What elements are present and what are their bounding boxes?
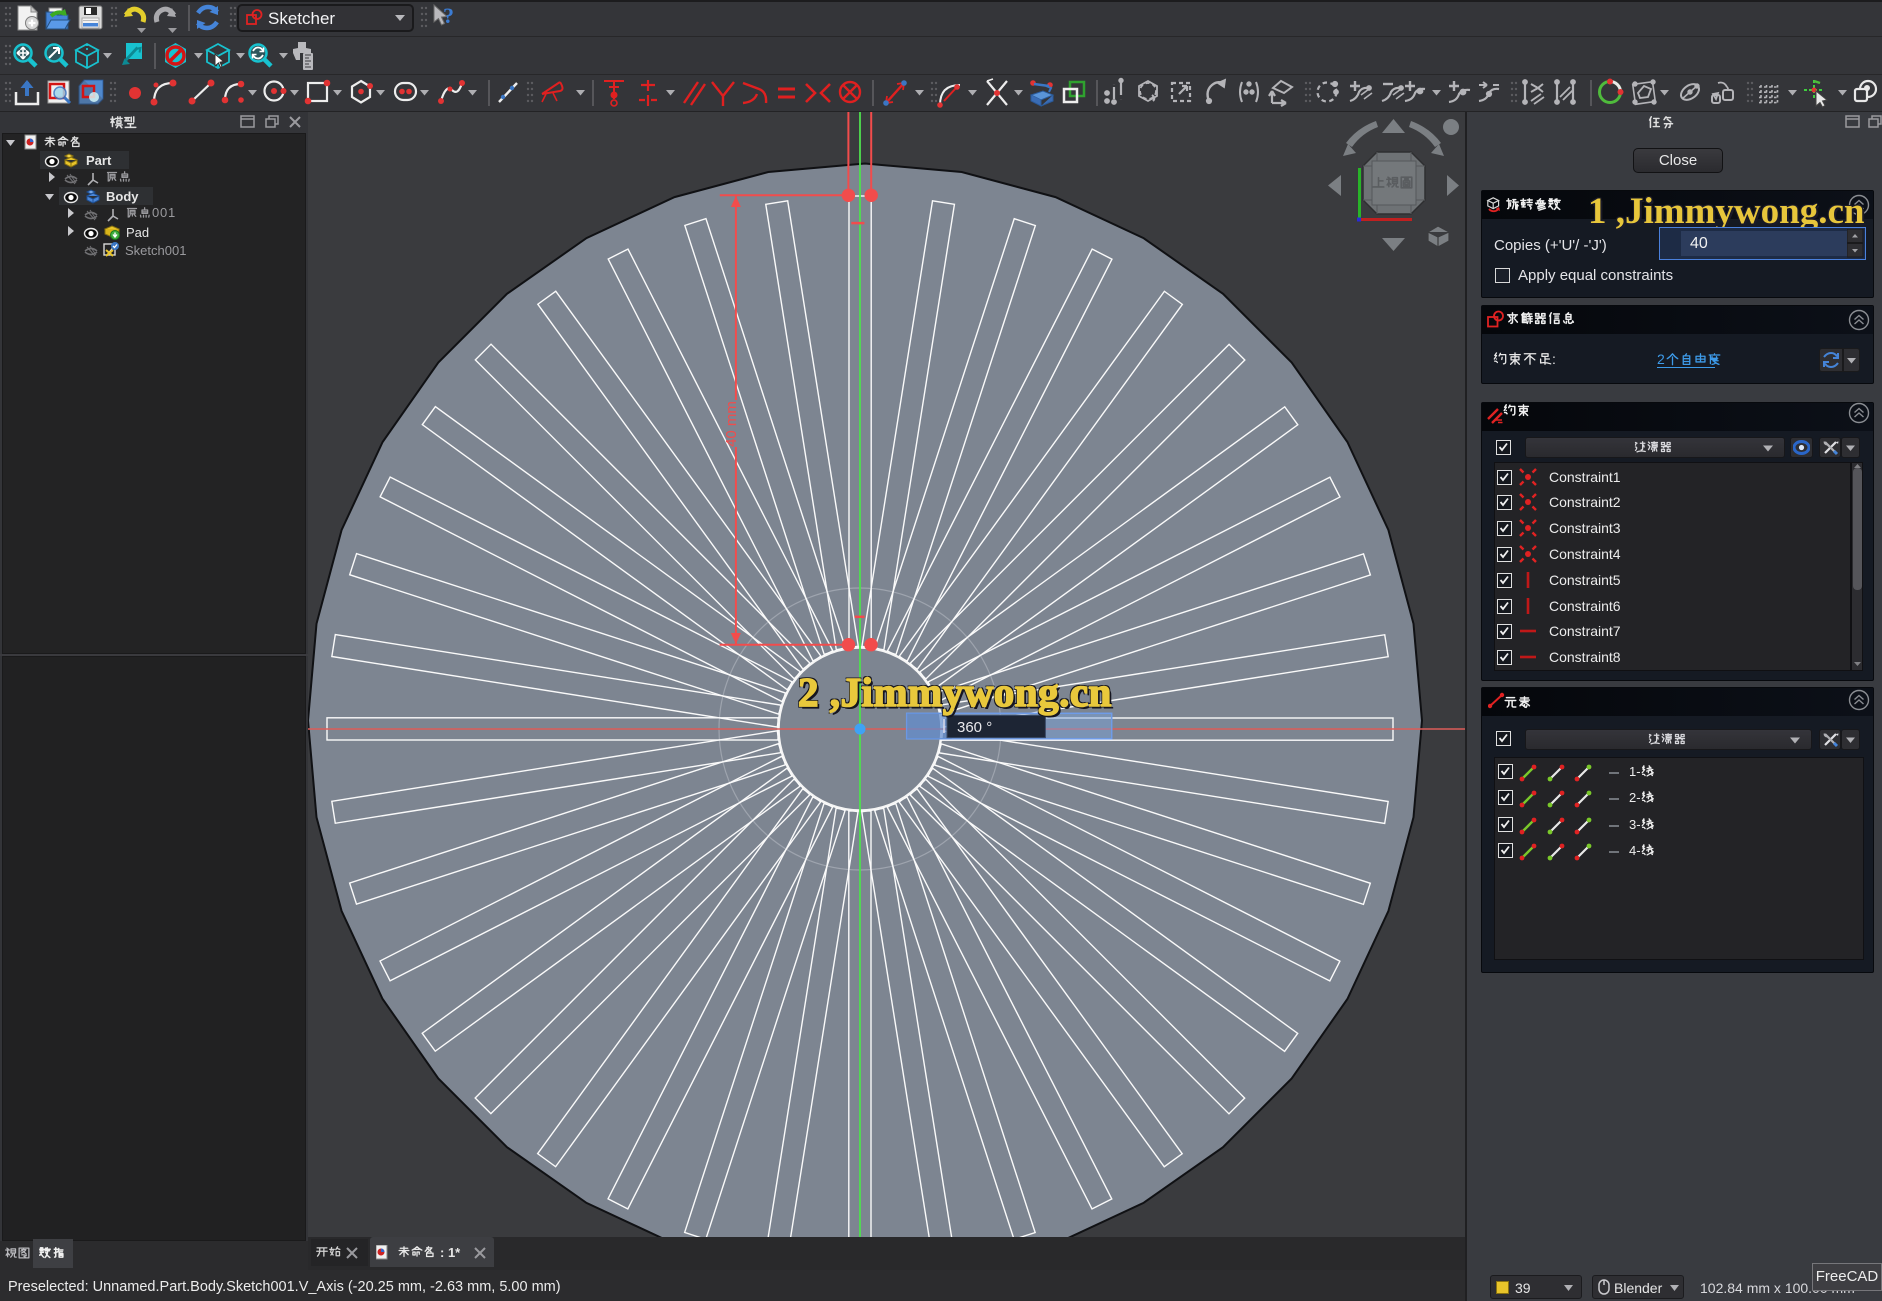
svg-text:?: ? — [443, 3, 454, 28]
svg-text:40 mm: 40 mm — [723, 401, 740, 447]
svg-text:360 °: 360 ° — [957, 719, 992, 736]
svg-text:Sketcher: Sketcher — [268, 9, 335, 28]
